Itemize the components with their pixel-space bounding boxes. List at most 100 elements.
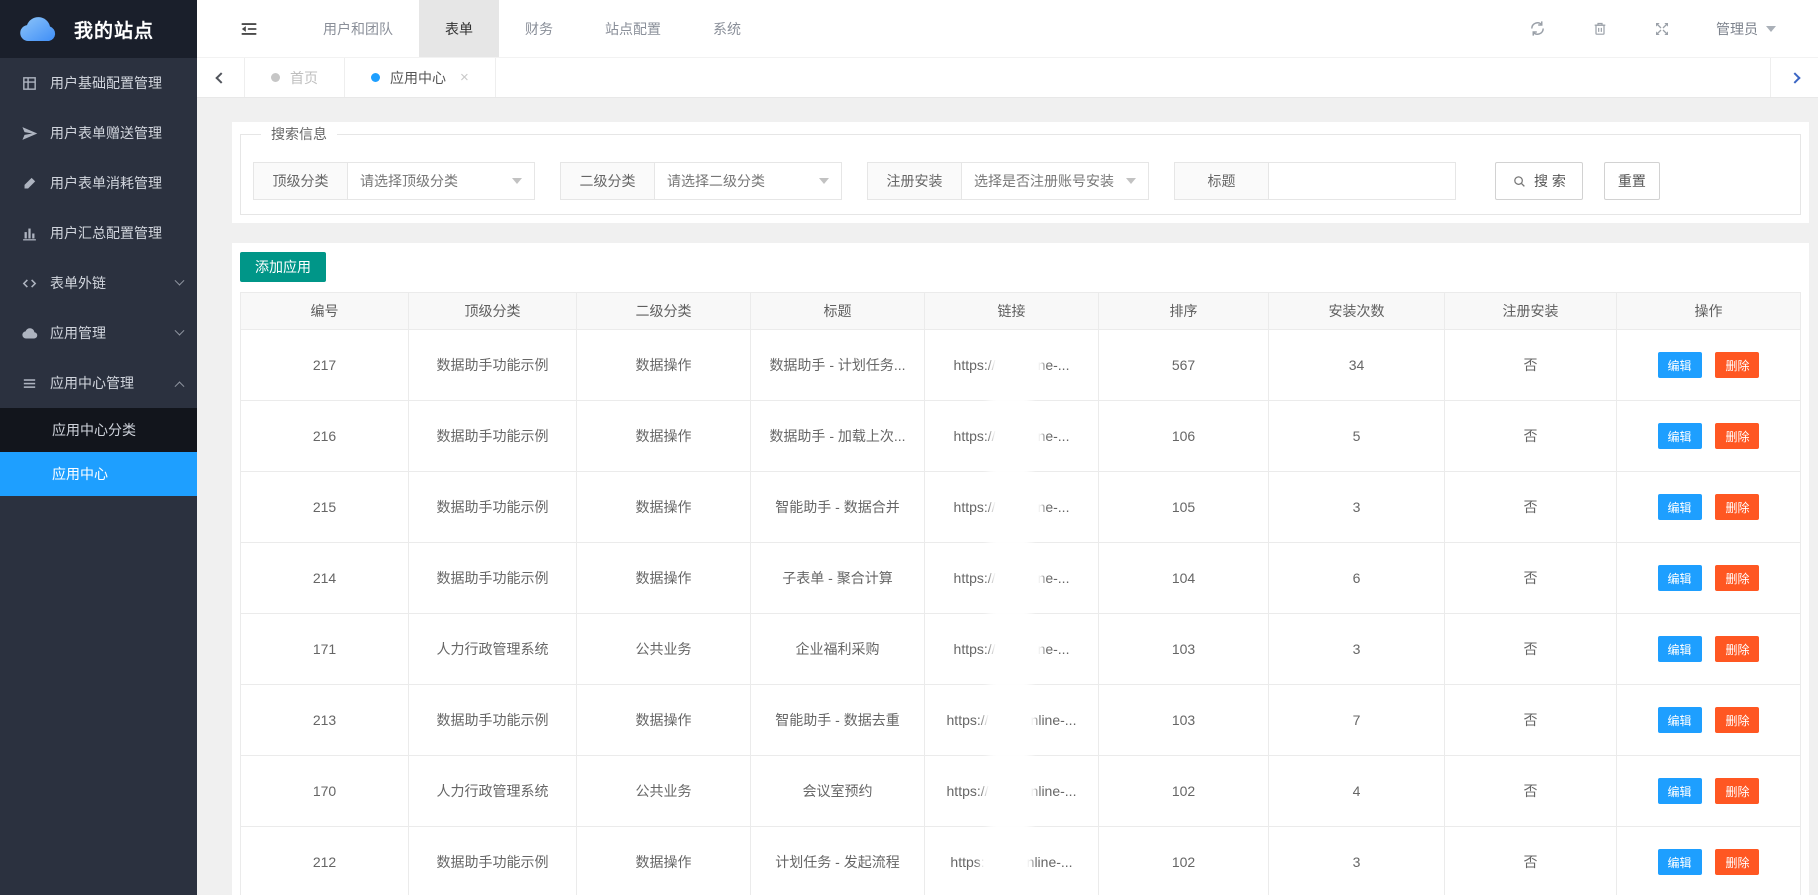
sidebar-item-label: 用户基础配置管理 [50, 73, 162, 93]
cell-registered: 否 [1445, 756, 1617, 827]
cell-id: 170 [241, 756, 409, 827]
sidebar-subitem-app-center-category[interactable]: 应用中心分类 [0, 408, 197, 452]
nav-tab-site-config[interactable]: 站点配置 [579, 0, 687, 57]
cell-id: 212 [241, 827, 409, 895]
title-group: 标题 [1174, 162, 1456, 200]
fullscreen-icon[interactable] [1654, 21, 1670, 37]
edit-button[interactable]: 编辑 [1658, 352, 1702, 378]
cell-sort: 103 [1099, 685, 1269, 756]
sidebar-item-form-links[interactable]: 表单外链 [0, 258, 197, 308]
list-icon [20, 374, 38, 392]
cell-registered: 否 [1445, 330, 1617, 401]
tabs-scroll-left-icon[interactable] [197, 58, 245, 97]
table-row: 170 人力行政管理系统 公共业务 会议室预约 https://nline-..… [241, 756, 1801, 827]
sidebar-subitem-label: 应用中心分类 [52, 420, 136, 440]
table-row: 214 数据助手功能示例 数据操作 子表单 - 聚合计算 https://ne-… [241, 543, 1801, 614]
sidebar-subitem-app-center[interactable]: 应用中心 [0, 452, 197, 496]
cell-title: 智能助手 - 数据去重 [751, 685, 925, 756]
cell-registered: 否 [1445, 401, 1617, 472]
cell-registered: 否 [1445, 543, 1617, 614]
register-install-group: 注册安装 选择是否注册账号安装 [867, 162, 1149, 200]
cell-actions: 编辑 删除 [1617, 472, 1801, 543]
col-header-actions: 操作 [1617, 293, 1801, 330]
sidebar-item-user-summary[interactable]: 用户汇总配置管理 [0, 208, 197, 258]
tabs-scroll-right-icon[interactable] [1770, 58, 1818, 97]
sidebar-item-form-consume[interactable]: 用户表单消耗管理 [0, 158, 197, 208]
top-category-select-value: 请选择顶级分类 [360, 171, 458, 191]
sub-category-select[interactable]: 请选择二级分类 [654, 162, 842, 200]
cell-id: 215 [241, 472, 409, 543]
sidebar-item-app-manage[interactable]: 应用管理 [0, 308, 197, 358]
delete-button[interactable]: 删除 [1715, 636, 1759, 662]
tab-app-center[interactable]: 应用中心 × [345, 58, 496, 97]
refresh-icon[interactable] [1529, 20, 1546, 37]
col-header-id: 编号 [241, 293, 409, 330]
delete-button[interactable]: 删除 [1715, 494, 1759, 520]
nav-tab-system[interactable]: 系统 [687, 0, 767, 57]
reset-button[interactable]: 重置 [1604, 162, 1660, 200]
cell-actions: 编辑 删除 [1617, 827, 1801, 895]
register-install-select[interactable]: 选择是否注册账号安装 [961, 162, 1149, 200]
collapse-sidebar-icon[interactable] [239, 19, 259, 39]
main-area: 用户和团队 表单 财务 站点配置 系统 管理员 [197, 0, 1818, 895]
cell-installs: 4 [1269, 756, 1445, 827]
register-install-select-value: 选择是否注册账号安装 [974, 171, 1114, 191]
edit-button[interactable]: 编辑 [1658, 423, 1702, 449]
redaction-blur [991, 417, 1043, 455]
send-icon [20, 124, 38, 142]
col-header-sort: 排序 [1099, 293, 1269, 330]
edit-button[interactable]: 编辑 [1658, 494, 1702, 520]
cell-id: 213 [241, 685, 409, 756]
chevron-down-icon [819, 178, 829, 184]
table-row: 217 数据助手功能示例 数据操作 数据助手 - 计划任务... https:/… [241, 330, 1801, 401]
table-header-row: 编号 顶级分类 二级分类 标题 链接 排序 安装次数 注册安装 操作 [241, 293, 1801, 330]
edit-button[interactable]: 编辑 [1658, 849, 1702, 875]
edit-button[interactable]: 编辑 [1658, 565, 1702, 591]
cell-installs: 34 [1269, 330, 1445, 401]
cell-top-category: 数据助手功能示例 [409, 401, 577, 472]
delete-button[interactable]: 删除 [1715, 565, 1759, 591]
redaction-blur [984, 772, 1036, 810]
cell-installs: 3 [1269, 472, 1445, 543]
delete-button[interactable]: 删除 [1715, 778, 1759, 804]
sidebar-item-form-gift[interactable]: 用户表单赠送管理 [0, 108, 197, 158]
col-header-installs: 安装次数 [1269, 293, 1445, 330]
top-category-select[interactable]: 请选择顶级分类 [347, 162, 535, 200]
table-panel: 添加应用 编号 顶级分类 二级分类 标题 链接 [232, 243, 1809, 895]
cloud-icon [20, 324, 38, 342]
search-panel: 搜索信息 顶级分类 请选择顶级分类 二级分类 请选择二级 [232, 122, 1809, 223]
delete-button[interactable]: 删除 [1715, 423, 1759, 449]
trash-icon[interactable] [1592, 20, 1608, 37]
chevron-down-icon [1766, 26, 1776, 32]
bar-chart-icon [20, 224, 38, 242]
sidebar-item-user-base-config[interactable]: 用户基础配置管理 [0, 58, 197, 108]
close-icon[interactable]: × [460, 70, 469, 85]
app-center-submenu: 应用中心分类 应用中心 [0, 408, 197, 496]
navbar-right: 管理员 [1529, 19, 1818, 39]
apps-table-body: 217 数据助手功能示例 数据操作 数据助手 - 计划任务... https:/… [241, 330, 1801, 895]
cell-actions: 编辑 删除 [1617, 756, 1801, 827]
delete-button[interactable]: 删除 [1715, 849, 1759, 875]
nav-tab-finance[interactable]: 财务 [499, 0, 579, 57]
search-button-label: 搜 索 [1534, 171, 1566, 191]
redaction-blur [980, 843, 1032, 881]
search-button[interactable]: 搜 索 [1495, 162, 1583, 200]
edit-button[interactable]: 编辑 [1658, 636, 1702, 662]
nav-tab-users-teams[interactable]: 用户和团队 [297, 0, 419, 57]
cell-sub-category: 公共业务 [577, 614, 751, 685]
add-app-button[interactable]: 添加应用 [240, 252, 326, 282]
cell-actions: 编辑 删除 [1617, 330, 1801, 401]
nav-tab-forms[interactable]: 表单 [419, 0, 499, 57]
delete-button[interactable]: 删除 [1715, 352, 1759, 378]
delete-button[interactable]: 删除 [1715, 707, 1759, 733]
title-input[interactable] [1268, 162, 1456, 200]
cell-sort: 567 [1099, 330, 1269, 401]
sidebar-item-app-center-manage[interactable]: 应用中心管理 [0, 358, 197, 408]
search-icon [1512, 174, 1527, 189]
sidebar-item-label: 应用中心管理 [50, 373, 134, 393]
tab-home[interactable]: 首页 [245, 58, 345, 97]
edit-button[interactable]: 编辑 [1658, 707, 1702, 733]
user-menu[interactable]: 管理员 [1716, 19, 1776, 39]
edit-button[interactable]: 编辑 [1658, 778, 1702, 804]
apps-table: 编号 顶级分类 二级分类 标题 链接 排序 安装次数 注册安装 操作 217 数… [240, 292, 1801, 895]
